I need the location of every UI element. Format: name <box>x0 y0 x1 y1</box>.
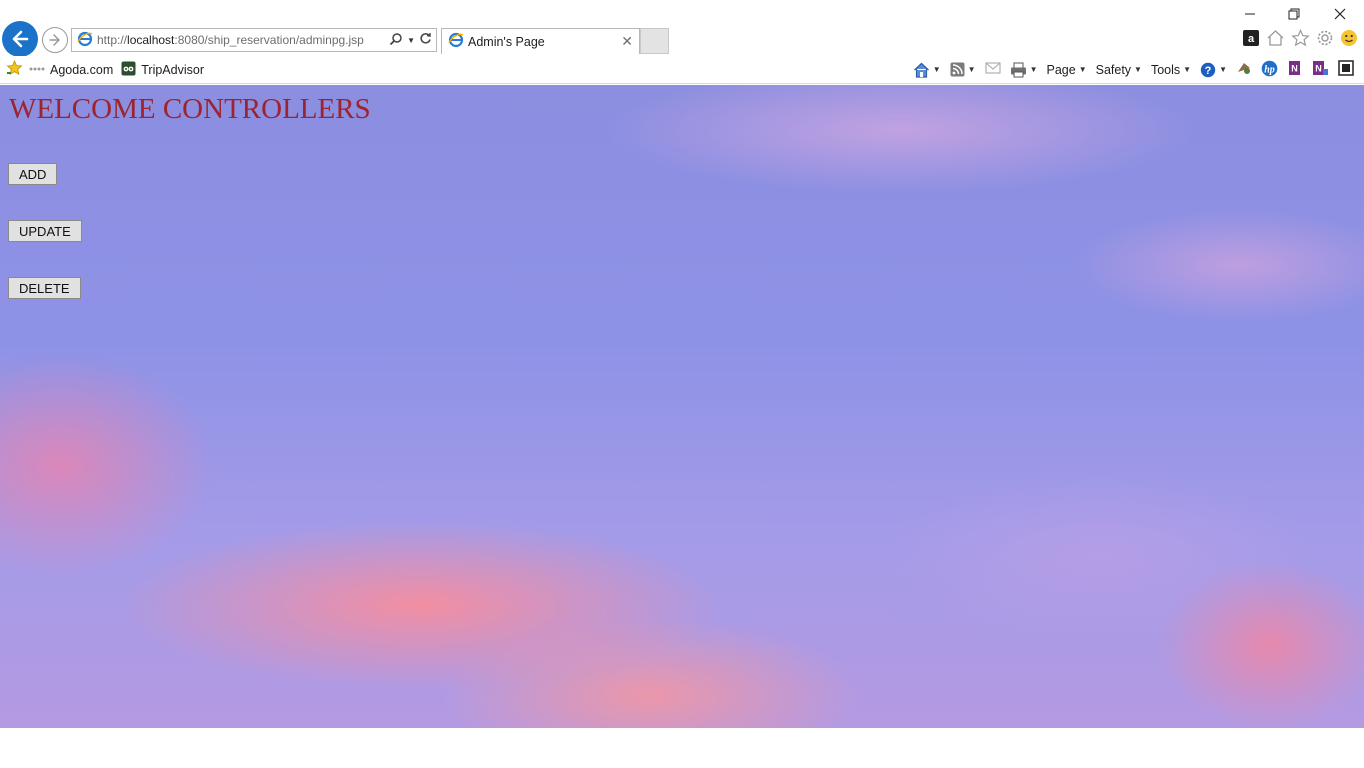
amazon-icon[interactable]: a <box>1242 29 1260 52</box>
print-menu[interactable]: ▼ <box>1010 62 1038 78</box>
restore-button[interactable] <box>1272 4 1316 24</box>
svg-text:a: a <box>1248 33 1255 45</box>
address-bar[interactable]: http://localhost:8080/ship_reservation/a… <box>71 28 437 52</box>
feeds-menu[interactable]: ▼ <box>950 62 976 77</box>
ie-page-icon <box>77 31 93 50</box>
update-button[interactable]: UPDATE <box>8 220 82 242</box>
search-icon[interactable] <box>389 32 403 49</box>
hp-icon[interactable]: hp <box>1261 60 1278 80</box>
browser-titlebar: http://localhost:8080/ship_reservation/a… <box>0 0 1364 57</box>
back-arrow-icon <box>12 30 29 48</box>
onenote-addon-icon[interactable]: N <box>1287 60 1303 79</box>
help-icon: ? <box>1200 62 1216 77</box>
back-button[interactable] <box>2 21 38 57</box>
ie-tab-icon <box>448 32 464 51</box>
safety-menu[interactable]: Safety ▼ <box>1096 63 1142 77</box>
home-menu[interactable]: ▼ <box>913 62 941 78</box>
rss-feed-icon <box>950 62 965 77</box>
svg-text:N: N <box>1291 64 1298 74</box>
svg-text:hp: hp <box>1264 64 1275 75</box>
chevron-down-icon: ▼ <box>932 65 941 74</box>
settings-gear-icon[interactable] <box>1316 29 1334 52</box>
page-heading: WELCOME CONTROLLERS <box>9 93 371 125</box>
home-icon <box>913 62 929 78</box>
chevron-down-icon: ▼ <box>1134 65 1142 74</box>
page-menu[interactable]: Page ▼ <box>1046 63 1086 77</box>
chevron-down-icon: ▼ <box>1219 65 1227 74</box>
close-window-button[interactable] <box>1318 4 1362 24</box>
chevron-down-icon: ▼ <box>1029 65 1038 74</box>
close-tab-icon[interactable]: ✕ <box>621 33 633 50</box>
url-text: http://localhost:8080/ship_reservation/a… <box>97 33 364 47</box>
add-button[interactable]: ADD <box>8 163 58 185</box>
restore-icon <box>1288 8 1300 20</box>
new-tab-button[interactable] <box>640 28 669 54</box>
toolbar-right-icons: a <box>1242 29 1358 52</box>
favorite-agoda[interactable]: Agoda.com <box>29 63 113 77</box>
agoda-icon <box>29 63 45 77</box>
delete-button[interactable]: DELETE <box>8 277 81 299</box>
page-viewport: WELCOME CONTROLLERS ADD UPDATE DELETE <box>0 85 1364 728</box>
refresh-icon[interactable] <box>419 32 432 48</box>
favorite-tripadvisor[interactable]: TripAdvisor <box>121 61 204 79</box>
favorites-star-icon[interactable] <box>1291 29 1310 52</box>
help-menu[interactable]: ? ▼ <box>1200 62 1227 78</box>
screenshot-addon-icon[interactable] <box>1338 60 1354 79</box>
svg-text:?: ? <box>1205 65 1212 77</box>
smiley-feedback-icon[interactable] <box>1340 29 1358 52</box>
url-path: :8080/ship_reservation/adminpg.jsp <box>174 33 364 47</box>
minimize-button[interactable] <box>1228 4 1272 24</box>
safety-menu-label: Safety <box>1095 62 1132 77</box>
close-icon <box>1334 8 1346 20</box>
favorites-bar-star-icon[interactable] <box>6 59 23 79</box>
url-prefix: http:// <box>97 33 128 47</box>
tripadvisor-icon <box>121 61 136 79</box>
favorite-tripadvisor-label: TripAdvisor <box>141 62 204 77</box>
printer-icon <box>1010 62 1026 77</box>
chevron-down-icon: ▼ <box>967 65 976 74</box>
research-addon-icon[interactable] <box>1236 60 1252 79</box>
forward-button[interactable] <box>42 27 68 53</box>
address-dropdown-icon[interactable]: ▼ <box>407 36 415 45</box>
command-bar: ▼ ▼ ▼ Page ▼ Safety ▼ Tools ▼ ? ▼ hp N N <box>913 60 1364 80</box>
tools-menu-label: Tools <box>1150 62 1181 77</box>
chevron-down-icon: ▼ <box>1183 65 1192 74</box>
favorites-command-bar: Agoda.com TripAdvisor ▼ ▼ ▼ Page ▼ Safet… <box>0 56 1364 84</box>
tab-admins-page[interactable]: Admin's Page ✕ <box>441 28 640 54</box>
chevron-down-icon: ▼ <box>1078 65 1087 74</box>
minimize-icon <box>1245 13 1255 15</box>
home-icon[interactable] <box>1266 29 1285 52</box>
tools-menu[interactable]: Tools ▼ <box>1151 63 1191 77</box>
favorite-agoda-label: Agoda.com <box>50 62 114 77</box>
page-menu-label: Page <box>1046 62 1076 77</box>
forward-arrow-icon <box>49 34 60 46</box>
onenote-linked-icon[interactable]: N <box>1312 60 1329 79</box>
read-mail-icon[interactable] <box>985 61 1001 78</box>
svg-text:N: N <box>1315 64 1322 74</box>
tab-title: Admin's Page <box>468 34 545 49</box>
url-host: localhost <box>127 33 175 47</box>
